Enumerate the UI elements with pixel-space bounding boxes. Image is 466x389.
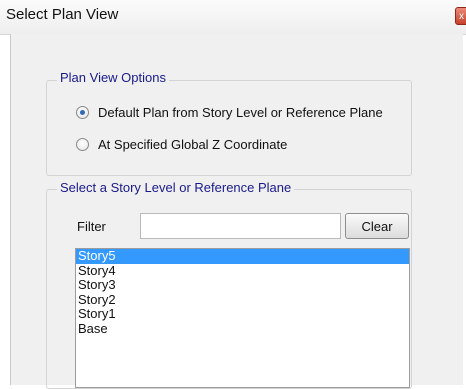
list-item-base[interactable]: Base [76, 321, 409, 337]
story-listbox[interactable]: Story5 Story4 Story3 Story2 Story1 Base [75, 248, 410, 388]
radio-button-checked[interactable] [76, 106, 89, 119]
list-item-story3[interactable]: Story3 [76, 277, 409, 293]
radio-button-unchecked[interactable] [76, 138, 89, 151]
list-item-story2[interactable]: Story2 [76, 292, 409, 308]
plan-view-options-legend: Plan View Options [57, 70, 169, 85]
radio-default-plan-label: Default Plan from Story Level or Referen… [98, 105, 383, 120]
window-title: Select Plan View [6, 6, 119, 23]
list-item-story1[interactable]: Story1 [76, 306, 409, 322]
list-item-story5[interactable]: Story5 [76, 249, 409, 264]
clear-button[interactable]: Clear [345, 213, 409, 239]
close-button[interactable]: x [455, 7, 466, 25]
radio-global-z-label: At Specified Global Z Coordinate [98, 137, 288, 152]
close-icon: x [459, 11, 464, 22]
filter-input[interactable] [140, 213, 341, 239]
list-item-story4[interactable]: Story4 [76, 263, 409, 279]
filter-label: Filter [77, 219, 106, 234]
story-selection-legend: Select a Story Level or Reference Plane [57, 180, 295, 195]
title-bar[interactable]: Select Plan View x [0, 0, 466, 35]
plan-view-options-group [46, 80, 412, 176]
